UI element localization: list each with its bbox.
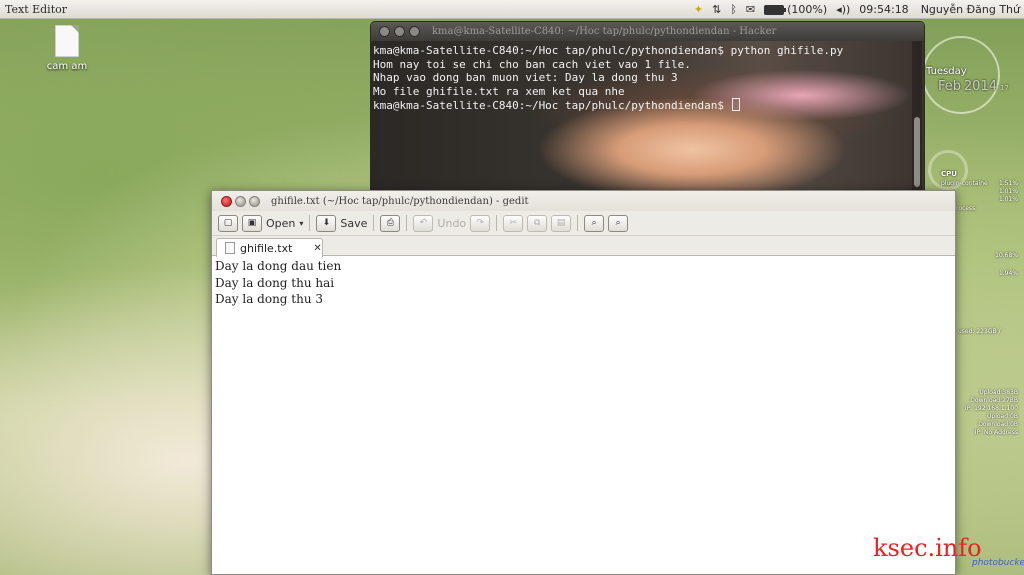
replace-icon[interactable]: ⌕ <box>608 214 629 232</box>
file-icon <box>55 25 79 57</box>
new-document-icon[interactable]: ▢ <box>218 214 238 232</box>
tab-ghifile[interactable]: ghifile.txt ✕ <box>216 238 323 257</box>
user-name: Nguyễn Đăng Thứ <box>920 3 1020 16</box>
close-icon[interactable] <box>379 26 390 37</box>
top-panel: Text Editor ✦ ⇅ ᛒ ✉ (100%) ◂)) 09:54:18 … <box>0 0 1024 19</box>
terminal-line: Mo file ghifile.txt ra xem ket qua nhe <box>373 84 625 98</box>
clock-month: Feb <box>938 79 962 94</box>
save-icon[interactable]: ⬇ <box>316 214 337 232</box>
undo-icon[interactable]: ↶ <box>413 214 434 232</box>
maximize-icon[interactable] <box>409 26 420 37</box>
scrollbar-thumb[interactable] <box>914 117 920 187</box>
clock-day: Tuesday <box>926 66 967 77</box>
open-recent-dropdown-icon[interactable]: ▾ <box>299 219 303 228</box>
cpu-value: 1.01% <box>998 188 1018 195</box>
save-button[interactable]: Save <box>340 217 367 230</box>
net-upload: Upload:383B <box>979 389 1018 396</box>
terminal-line: Nhap vao dong ban muon viet: Day la dong… <box>373 71 678 85</box>
terminal-title: kma@kma-Satellite-C840: ~/Hoc tap/phulc/… <box>432 26 777 37</box>
toolbar-separator <box>496 215 498 231</box>
terminal-window[interactable]: kma@kma-Satellite-C840: ~/Hoc tap/phulc/… <box>370 21 925 195</box>
battery-percent: (100%) <box>787 3 828 16</box>
desktop-file-icon[interactable]: cam am <box>44 25 90 72</box>
clock-date: Feb 2014 17 <box>938 79 1009 94</box>
cpu-process-name: plugin-containe <box>941 180 988 187</box>
close-icon[interactable] <box>221 195 232 207</box>
undo-button[interactable]: Undo <box>437 217 466 230</box>
net-ip: IP: 192.168.1.100 <box>964 405 1018 412</box>
editor-line: Day la dong thu 3 <box>215 292 324 306</box>
editor-line: Day la dong dau tien <box>215 259 342 273</box>
cut-icon[interactable]: ✂ <box>503 214 524 232</box>
text-editor-area[interactable]: Day la dong dau tien Day la dong thu hai… <box>212 256 955 310</box>
disk-usage: used: 223GB / <box>958 328 1001 335</box>
tab-close-icon[interactable]: ✕ <box>313 243 321 254</box>
redo-icon[interactable]: ↷ <box>470 214 491 232</box>
indicator-area: ✦ ⇅ ᛒ ✉ (100%) ◂)) 09:54:18 Nguyễn Đăng … <box>694 0 1020 19</box>
mail-icon[interactable]: ✉ <box>746 3 755 16</box>
cpu-value: 1.51% <box>998 180 1018 187</box>
clock-day-number: 17 <box>999 84 1009 92</box>
watermark-text: ksec.info <box>873 534 982 562</box>
net-upload: Upload:0B <box>987 413 1018 420</box>
cpu-value: 1.01% <box>998 196 1018 203</box>
search-icon[interactable]: ⌕ <box>584 214 605 232</box>
maximize-icon[interactable] <box>249 195 260 207</box>
open-icon[interactable]: ▣ <box>242 214 262 232</box>
gedit-window[interactable]: ghifile.txt (~/Hoc tap/phulc/pythondiend… <box>211 190 956 575</box>
terminal-prompt: kma@kma-Satellite-C840:~/Hoc tap/phulc/p… <box>373 99 731 113</box>
app-menu-title[interactable]: Text Editor <box>5 3 67 16</box>
net-download: Download:0B <box>978 421 1018 428</box>
net-ip: IP: No Address <box>974 429 1018 436</box>
photobucket-watermark: photobucket <box>972 558 1024 568</box>
swap-percent: 1.94% <box>998 270 1018 277</box>
network-arrows-icon[interactable]: ⇅ <box>712 3 721 16</box>
terminal-titlebar[interactable]: kma@kma-Satellite-C840: ~/Hoc tap/phulc/… <box>371 22 924 41</box>
user-menu[interactable]: Nguyễn Đăng Thứ <box>918 3 1020 16</box>
gedit-title: ghifile.txt (~/Hoc tap/phulc/pythondiend… <box>271 195 529 207</box>
update-icon[interactable]: ✦ <box>694 3 703 16</box>
memory-percent: 10.68% <box>995 252 1018 259</box>
toolbar-separator <box>577 215 579 231</box>
terminal-output[interactable]: kma@kma-Satellite-C840:~/Hoc tap/phulc/p… <box>371 41 924 194</box>
desktop-icon-label: cam am <box>46 61 88 72</box>
terminal-scrollbar[interactable] <box>912 41 922 194</box>
open-button[interactable]: Open <box>266 217 295 230</box>
process-label: rocess <box>956 205 976 212</box>
cpu-title: CPU <box>941 170 957 178</box>
paste-icon[interactable]: ▤ <box>551 214 572 232</box>
tab-label: ghifile.txt <box>240 241 293 255</box>
net-download: Download:27BB <box>970 397 1018 404</box>
battery-indicator[interactable]: (100%) <box>764 3 827 16</box>
minimize-icon[interactable] <box>235 195 246 207</box>
copy-icon[interactable]: ⧉ <box>527 214 548 232</box>
bluetooth-icon[interactable]: ᛒ <box>730 3 737 16</box>
clock-time[interactable]: 09:54:18 <box>859 3 908 16</box>
minimize-icon[interactable] <box>394 26 405 37</box>
terminal-prompt-line: kma@kma-Satellite-C840:~/Hoc tap/phulc/p… <box>373 98 922 113</box>
gedit-toolbar: ▢ ▣ Open ▾ ⬇ Save ⎙ ↶ Undo ↷ ✂ ⧉ ▤ ⌕ ⌕ <box>212 211 955 236</box>
toolbar-separator <box>309 215 311 231</box>
document-icon <box>225 242 235 254</box>
editor-line: Day la dong thu hai <box>215 275 335 290</box>
terminal-line: Hom nay toi se chi cho ban cach viet vao… <box>373 57 691 71</box>
clock-year: 2014 <box>963 79 997 94</box>
volume-icon[interactable]: ◂)) <box>836 3 850 16</box>
terminal-line: kma@kma-Satellite-C840:~/Hoc tap/phulc/p… <box>373 44 844 57</box>
gedit-titlebar[interactable]: ghifile.txt (~/Hoc tap/phulc/pythondiend… <box>212 191 955 211</box>
toolbar-separator <box>406 215 408 231</box>
terminal-cursor <box>731 98 740 112</box>
tab-bar: ghifile.txt ✕ <box>212 236 955 257</box>
print-icon[interactable]: ⎙ <box>380 214 401 232</box>
battery-icon <box>764 4 787 15</box>
toolbar-separator <box>373 215 375 231</box>
